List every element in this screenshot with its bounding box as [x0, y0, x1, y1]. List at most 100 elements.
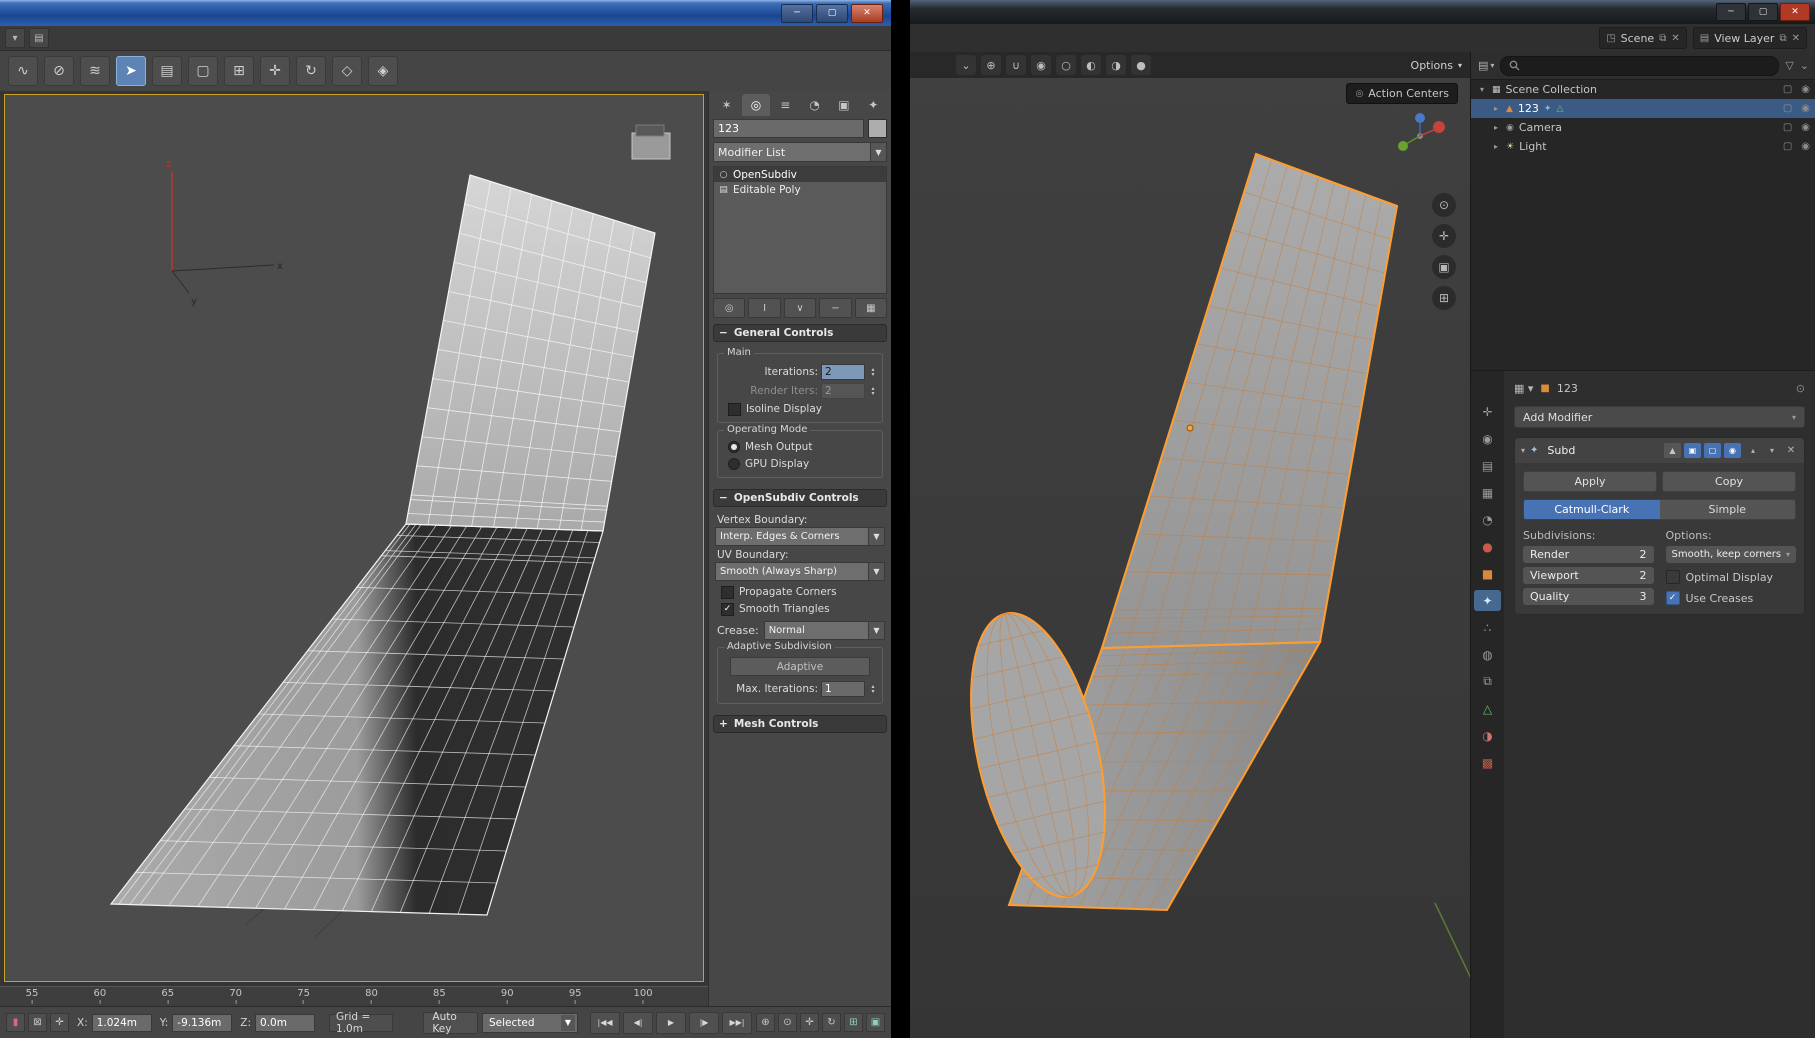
x-coordinate-field[interactable]: 1.024m — [91, 1013, 152, 1032]
axis-orientation-gizmo[interactable] — [1394, 110, 1446, 162]
select-and-scale-icon[interactable]: ◇ — [332, 56, 362, 86]
camera-view-gizmo-icon[interactable]: ▣ — [1432, 255, 1456, 279]
render-toggle[interactable]: ◉ — [1724, 443, 1741, 458]
next-frame-button[interactable]: |▶ — [689, 1011, 719, 1034]
outliner-filter-settings-icon[interactable]: ⌄ — [1800, 59, 1809, 72]
solid-shading-icon[interactable]: ◐ — [1081, 55, 1101, 75]
timeline-ruler[interactable]: 55 60 65 70 75 80 85 90 95 100 — [0, 986, 708, 1007]
3dsmax-active-viewport[interactable]: z x y — [4, 94, 704, 982]
modifier-name-field[interactable]: Subd — [1547, 444, 1575, 457]
mesh-output-radio[interactable] — [728, 441, 740, 453]
disable-in-render-icon[interactable]: ◉ — [1801, 103, 1810, 114]
quality-field[interactable]: Quality 3 — [1523, 588, 1654, 605]
make-unique-button[interactable]: ∨ — [783, 298, 817, 318]
view-layer-selector[interactable]: ▤ View Layer ⧉ ✕ — [1692, 27, 1807, 49]
select-and-link-icon[interactable]: ∿ — [8, 56, 38, 86]
window-crossing-icon[interactable]: ⊞ — [224, 56, 254, 86]
workspace-selector-icon[interactable]: ▤ — [29, 28, 49, 48]
modifier-stack[interactable]: ○ OpenSubdiv ▤ Editable Poly — [713, 166, 887, 294]
move-modifier-down-icon[interactable]: ▾ — [1765, 443, 1779, 458]
new-view-layer-icon[interactable]: ⧉ — [1779, 33, 1786, 44]
viewport-subdivisions-field[interactable]: Viewport 2 — [1523, 567, 1654, 584]
on-cage-toggle[interactable]: ▲ — [1664, 443, 1681, 458]
object-name-field[interactable]: 123 — [713, 119, 864, 138]
zoom-extents-icon[interactable]: ⊕ — [756, 1013, 775, 1032]
snaps-toggle-icon[interactable]: ◈ — [368, 56, 398, 86]
unlink-scene-icon[interactable]: ✕ — [1671, 33, 1679, 44]
outliner-row-scene-collection[interactable]: ▾ ▦ Scene Collection ▢ ◉ — [1471, 80, 1815, 99]
modifier-stack-item[interactable]: ▤ Editable Poly — [714, 182, 886, 197]
snap-magnet-icon[interactable]: ∪ — [1006, 55, 1026, 75]
absolute-offset-toggle-icon[interactable]: ✛ — [50, 1013, 69, 1032]
expand-arrow-icon[interactable]: ▸ — [1491, 142, 1501, 151]
modifier-stack-item[interactable]: ○ OpenSubdiv — [714, 167, 886, 182]
maximize-button[interactable]: ▢ — [816, 3, 848, 23]
blender-3d-viewport[interactable]: ⌄ ⊕ ∪ ◉ ○ ◐ ◑ ● Options ▾ ◎ Action Centers ⊙ ✛ ▣ ⊞ — [910, 52, 1470, 1038]
material-tab-icon[interactable]: ◑ — [1474, 725, 1501, 746]
expand-arrow-icon[interactable]: ▸ — [1491, 104, 1501, 113]
show-end-result-button[interactable]: I — [748, 298, 781, 318]
isoline-display-checkbox[interactable] — [728, 402, 741, 416]
editor-type-icon[interactable]: ▦ ▾ — [1514, 382, 1533, 395]
viewport-options-dropdown[interactable]: Options ▾ — [1411, 59, 1462, 72]
tool-tab-icon[interactable]: ✛ — [1474, 401, 1501, 422]
outliner-row-camera[interactable]: ▸ ◉ Camera ▢ ◉ — [1471, 118, 1815, 137]
outliner-row-123[interactable]: ▸ ▲ 123 ✦ △ ▢ ◉ — [1471, 99, 1815, 118]
utilities-tab[interactable]: ✦ — [860, 94, 887, 116]
display-tab[interactable]: ▣ — [830, 94, 857, 116]
max-iterations-spinner[interactable]: ▴ ▾ — [868, 683, 878, 694]
disable-in-render-icon[interactable]: ◉ — [1801, 84, 1810, 95]
3dsmax-titlebar[interactable]: ─ ▢ ✕ — [0, 0, 891, 26]
opensubdiv-controls-header[interactable]: − OpenSubdiv Controls — [713, 489, 887, 507]
quick-access-icon[interactable]: ▾ — [5, 28, 25, 48]
catmull-clark-button[interactable]: Catmull-Clark — [1524, 500, 1660, 519]
zoom-gizmo-icon[interactable]: ⊙ — [1432, 193, 1456, 217]
outliner-search-input[interactable] — [1500, 55, 1780, 76]
modifier-header[interactable]: ▾ ✦ Subd ▲ ▣ ▢ ◉ ▴ ▾ ✕ — [1515, 438, 1804, 463]
new-scene-icon[interactable]: ⧉ — [1659, 33, 1666, 44]
pan-gizmo-icon[interactable]: ✛ — [1432, 224, 1456, 248]
expand-arrow-icon[interactable]: ▸ — [1491, 123, 1501, 132]
play-button[interactable]: ▶ — [656, 1011, 686, 1034]
rendered-shading-icon[interactable]: ● — [1131, 55, 1151, 75]
scene-tab-icon[interactable]: ◔ — [1474, 509, 1501, 530]
selection-region-icon[interactable]: ▢ — [188, 56, 218, 86]
close-button[interactable]: ✕ — [851, 3, 883, 23]
unlink-selection-icon[interactable]: ⊘ — [44, 56, 74, 86]
object-type-visibility-icon[interactable]: ⌄ — [956, 55, 976, 75]
modify-tab[interactable]: ◎ — [742, 94, 770, 116]
mesh-controls-header[interactable]: + Mesh Controls — [713, 715, 887, 733]
uv-boundary-dropdown[interactable]: Smooth (Always Sharp) ▼ — [715, 562, 885, 581]
delete-modifier-icon[interactable]: ✕ — [1784, 443, 1798, 458]
pan-view-icon[interactable]: ✛ — [800, 1013, 819, 1032]
copy-button[interactable]: Copy — [1662, 471, 1796, 492]
scene-selector[interactable]: ◳ Scene ⧉ ✕ — [1599, 27, 1687, 49]
disable-in-render-icon[interactable]: ◉ — [1801, 141, 1810, 152]
blender-titlebar[interactable]: ─ ▢ ✕ — [910, 0, 1815, 24]
z-coordinate-field[interactable]: 0.0m — [255, 1013, 316, 1032]
disable-in-viewport-icon[interactable]: ▢ — [1783, 103, 1792, 114]
iterations-field[interactable]: 2 — [821, 363, 865, 380]
select-object-icon[interactable]: ➤ — [116, 56, 146, 86]
constraints-tab-icon[interactable]: ⧉ — [1474, 671, 1501, 692]
adaptive-button[interactable]: Adaptive — [730, 657, 870, 676]
zoom-icon[interactable]: ⊙ — [778, 1013, 797, 1032]
add-modifier-dropdown[interactable]: Add Modifier ▾ — [1514, 406, 1805, 428]
wireframe-shading-icon[interactable]: ○ — [1056, 55, 1076, 75]
disable-in-viewport-icon[interactable]: ▢ — [1783, 84, 1792, 95]
minimize-button[interactable]: ─ — [781, 3, 813, 23]
render-subdivisions-field[interactable]: Render 2 — [1523, 546, 1654, 563]
select-by-name-icon[interactable]: ▤ — [152, 56, 182, 86]
remove-modifier-button[interactable]: − — [819, 298, 852, 318]
max-iterations-field[interactable]: 1 — [821, 680, 865, 697]
simple-button[interactable]: Simple — [1659, 500, 1795, 519]
object-tab-icon[interactable]: ■ — [1474, 563, 1501, 584]
orbit-view-icon[interactable]: ↻ — [822, 1013, 841, 1032]
select-and-move-icon[interactable]: ✛ — [260, 56, 290, 86]
outliner-row-light[interactable]: ▸ ☀ Light ▢ ◉ — [1471, 137, 1815, 156]
bind-to-space-warp-icon[interactable]: ≋ — [80, 56, 110, 86]
minimize-button[interactable]: ─ — [1716, 3, 1746, 21]
material-shading-icon[interactable]: ◑ — [1106, 55, 1126, 75]
remove-view-layer-icon[interactable]: ✕ — [1792, 33, 1800, 44]
filter-funnel-icon[interactable]: ▽ — [1785, 59, 1793, 72]
